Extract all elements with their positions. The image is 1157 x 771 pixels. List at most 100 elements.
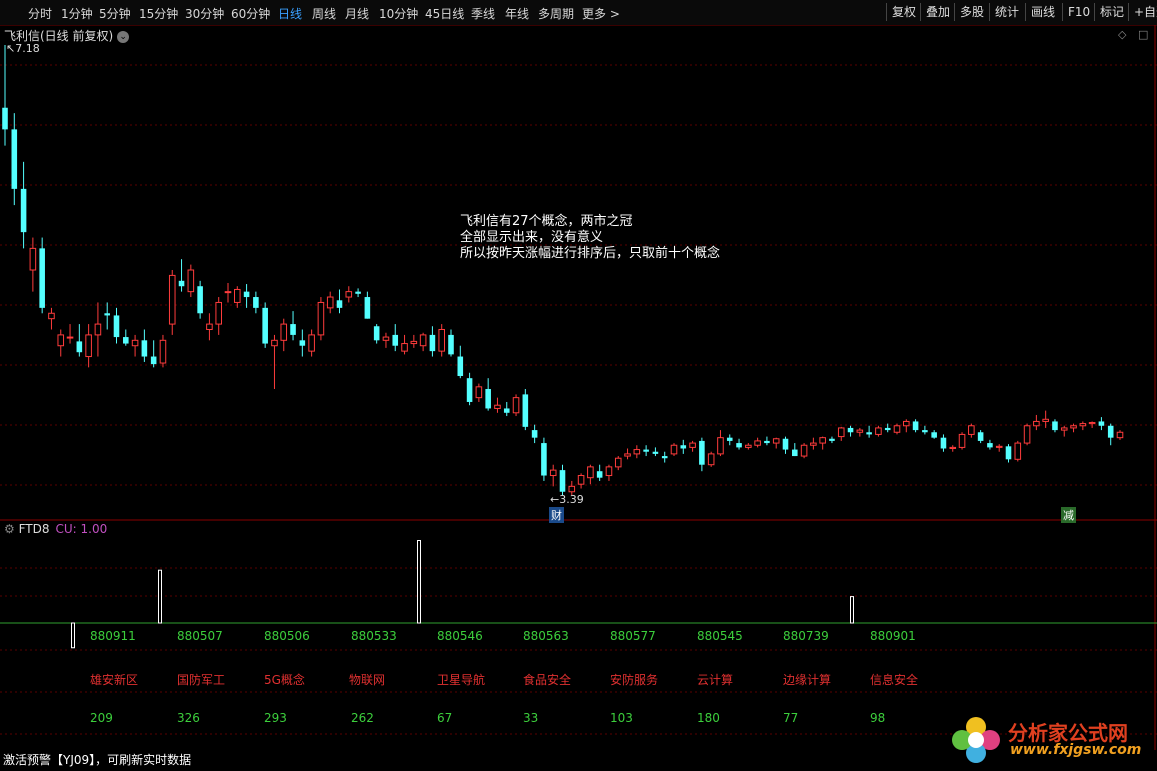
candle-body: [829, 438, 835, 441]
candle-body: [792, 449, 798, 457]
candle: [317, 297, 325, 341]
candle: [792, 443, 798, 457]
tab-30min[interactable]: 30分钟: [185, 5, 224, 22]
concept-name: 信息安全: [870, 673, 919, 687]
chevron-down-icon[interactable]: ⌄: [117, 30, 130, 43]
tab-1min[interactable]: 1分钟: [61, 5, 93, 22]
concept-names-row: 雄安新区 国防军工 5G概念 物联网 卫星导航 食品安全 安防服务 云计算 边缘…: [0, 671, 1157, 687]
candle-body: [336, 300, 343, 308]
candle-body: [1033, 420, 1040, 427]
candle-body: [772, 438, 780, 444]
indicator-bar: [850, 596, 854, 624]
concept-name: 物联网: [349, 673, 386, 687]
candle-body: [1060, 427, 1068, 431]
tab-quarterly[interactable]: 季线: [471, 5, 495, 22]
concept-name: 边缘计算: [783, 673, 832, 687]
annotation-line-1: 飞利信有27个概念，两市之冠: [460, 214, 633, 229]
candle-body: [1088, 422, 1096, 425]
fuquan-button[interactable]: 复权: [886, 3, 921, 21]
candle: [280, 318, 288, 352]
candle: [987, 439, 993, 450]
multi-stock-button[interactable]: 多股: [954, 3, 989, 21]
candle-body: [438, 328, 445, 352]
candlestick-chart[interactable]: [0, 0, 1157, 771]
concept-value: 33: [523, 711, 539, 725]
candle-body: [754, 440, 761, 446]
candle: [159, 334, 167, 368]
tab-fenshi[interactable]: 分时: [28, 5, 52, 22]
candle: [512, 394, 520, 417]
candle-body: [345, 291, 353, 298]
candle: [1052, 419, 1058, 433]
candle-body: [782, 438, 789, 450]
concept-value: 180: [697, 711, 720, 725]
overlay-button[interactable]: 叠加: [920, 3, 955, 21]
tab-monthly[interactable]: 月线: [345, 5, 369, 22]
cai-marker[interactable]: 财: [549, 507, 564, 523]
indicator-title[interactable]: ⚙ FTD8 CU: 1.00: [4, 522, 107, 536]
expand-icon[interactable]: □: [1138, 28, 1148, 41]
candle-body: [178, 280, 185, 287]
tab-10min[interactable]: 10分钟: [379, 5, 418, 22]
candle-body: [800, 444, 808, 457]
indicator-gear-icon[interactable]: ⚙: [4, 522, 15, 536]
flower-logo-icon: [952, 717, 1000, 763]
candle: [1070, 423, 1077, 433]
candle-body: [1052, 421, 1058, 431]
tab-more[interactable]: 更多 >: [582, 5, 620, 22]
mark-button[interactable]: 标记: [1094, 3, 1129, 21]
candle: [1023, 423, 1031, 446]
candle: [549, 464, 557, 487]
candle-body: [373, 326, 380, 341]
draw-line-button[interactable]: 画线: [1025, 3, 1060, 21]
candle-body: [466, 378, 473, 402]
candle-body: [726, 437, 733, 441]
candle: [819, 436, 826, 450]
jian-marker[interactable]: 减: [1061, 507, 1076, 523]
candle: [29, 237, 37, 292]
candle: [1042, 410, 1049, 428]
candle-body: [66, 336, 74, 339]
candle: [355, 288, 361, 298]
candle-body: [243, 291, 250, 298]
tab-multi-period[interactable]: 多周期: [538, 5, 574, 22]
candle: [57, 329, 65, 357]
status-text[interactable]: 激活预警【YJ09】，可刷新实时数据: [3, 751, 191, 768]
low-price-label: ←3.39: [550, 493, 584, 506]
concept-value: 98: [870, 711, 886, 725]
add-watchlist-button[interactable]: +自选: [1128, 3, 1157, 21]
tab-5min[interactable]: 5分钟: [99, 5, 131, 22]
candle: [837, 426, 845, 441]
candle: [197, 280, 203, 319]
candle-body: [680, 445, 687, 449]
candle-body: [931, 432, 937, 438]
f10-button[interactable]: F10: [1062, 3, 1095, 21]
candle: [457, 345, 464, 379]
stats-button[interactable]: 统计: [989, 3, 1024, 21]
candle-body: [903, 420, 910, 427]
concept-value: 293: [264, 711, 287, 725]
candle: [1060, 425, 1068, 437]
candle: [215, 297, 222, 335]
candle-body: [987, 443, 993, 448]
candle-body: [949, 446, 957, 449]
candle-body: [922, 430, 928, 433]
tab-weekly[interactable]: 周线: [312, 5, 336, 22]
tab-15min[interactable]: 15分钟: [139, 5, 178, 22]
candle-body: [364, 297, 371, 319]
diamond-icon[interactable]: ◇: [1118, 28, 1126, 41]
candle-body: [159, 339, 167, 364]
candle: [485, 378, 491, 411]
candle-body: [262, 307, 268, 344]
tab-yearly[interactable]: 年线: [505, 5, 529, 22]
tab-60min[interactable]: 60分钟: [231, 5, 270, 22]
concept-name: 国防军工: [177, 673, 226, 687]
logo-url: www.fxjgsw.com: [1010, 742, 1142, 758]
tab-45day[interactable]: 45日线: [425, 5, 464, 22]
candle: [707, 451, 715, 467]
candle: [596, 464, 603, 481]
candle: [764, 436, 770, 446]
tab-daily[interactable]: 日线: [278, 5, 302, 22]
candle: [1079, 421, 1087, 431]
candle: [661, 451, 668, 463]
